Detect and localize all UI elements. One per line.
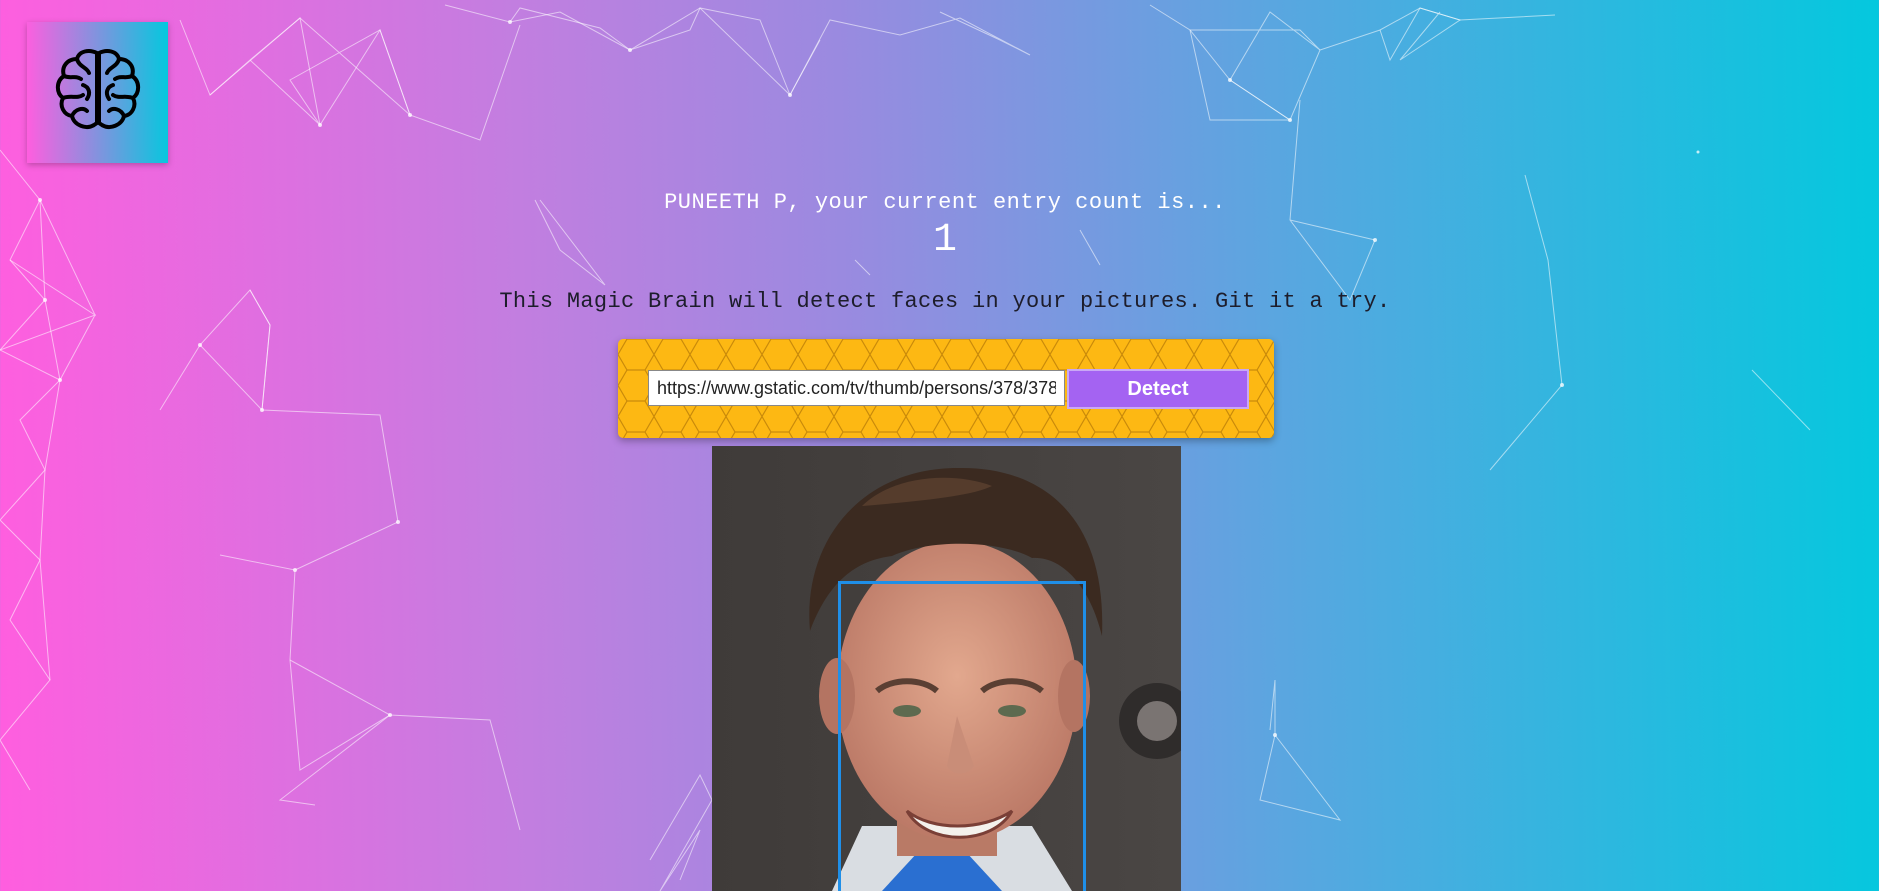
brain-logo [27,22,168,163]
intro-text: This Magic Brain will detect faces in yo… [499,289,1391,314]
detect-button[interactable]: Detect [1067,369,1249,409]
image-url-input[interactable] [648,370,1065,406]
entry-count-value: 1 [932,218,957,263]
image-link-form: Detect [618,339,1274,438]
face-bounding-box [838,581,1086,891]
entry-count-message: PUNEETH P, your current entry count is..… [664,190,1226,215]
brain-icon [53,45,143,140]
face-image [712,446,1181,891]
